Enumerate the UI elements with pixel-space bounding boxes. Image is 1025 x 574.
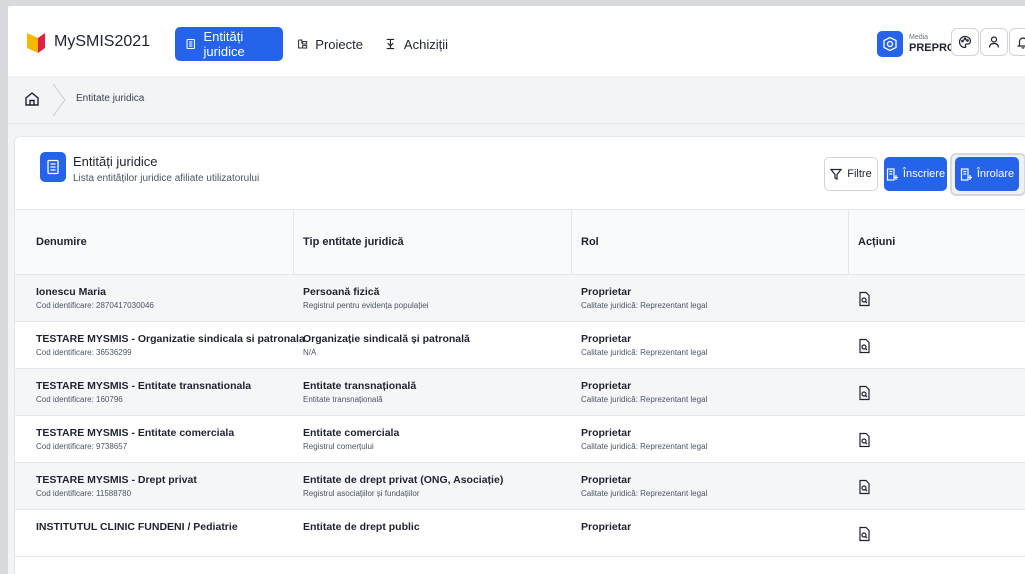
legal-entities-card: Entități juridice Lista entităților juri… [14, 136, 1025, 574]
entity-legal-capacity: Calitate juridică: Reprezentant legal [581, 301, 708, 310]
acquisitions-icon [386, 38, 395, 50]
entity-code: Cod identificare: 160796 [36, 395, 123, 404]
view-document-icon[interactable] [857, 479, 871, 495]
entity-registry: N/A [303, 348, 317, 357]
table-row[interactable]: Ionescu Maria Cod identificare: 28704170… [15, 275, 1025, 322]
column-header-rol[interactable]: Rol [581, 236, 599, 248]
entity-registry: Registrul asociațiilor și fundațiilor [303, 489, 420, 498]
register-building-icon [886, 167, 898, 181]
card-subtitle: Lista entităților juridice afiliate util… [73, 173, 260, 184]
card-title: Entități juridice [73, 154, 158, 169]
entity-legal-capacity: Calitate juridică: Reprezentant legal [581, 348, 708, 357]
app-title: MySMIS2021 [54, 33, 151, 50]
nav-proiecte[interactable]: Proiecte [287, 27, 373, 61]
register-button[interactable]: Înscriere [884, 157, 947, 191]
card-building-icon [40, 152, 66, 182]
entity-registry: Entitate transnațională [303, 395, 383, 404]
view-document-icon[interactable] [857, 338, 871, 354]
entity-code: Cod identificare: 2870417030046 [36, 301, 154, 310]
entity-role: Proprietar [581, 521, 632, 533]
table-row[interactable]: TESTARE MYSMIS - Drept privat Cod identi… [15, 463, 1025, 510]
entity-registry: Registrul pentru evidența populației [303, 301, 429, 310]
entity-role: Proprietar [581, 333, 632, 345]
theme-button[interactable] [951, 28, 979, 56]
entity-name: TESTARE MYSMIS - Drept privat [36, 474, 197, 486]
entity-role: Proprietar [581, 427, 632, 439]
entity-role: Proprietar [581, 380, 632, 392]
entity-role: Proprietar [581, 474, 632, 486]
entity-name: INSTITUTUL CLINIC FUNDENI / Pediatrie [36, 521, 238, 533]
filter-label: Filtre [847, 168, 872, 180]
column-header-tip[interactable]: Tip entitate juridică [303, 236, 404, 248]
building-icon [186, 38, 195, 50]
table-row[interactable]: TESTARE MYSMIS - Organizatie sindicala s… [15, 322, 1025, 369]
entity-type: Persoană fizică [303, 286, 380, 298]
column-header-denumire[interactable]: Denumire [36, 236, 87, 248]
entity-type: Organizație sindicală și patronală [303, 333, 470, 345]
table-row[interactable]: TESTARE MYSMIS - Entitate transnationala… [15, 369, 1025, 416]
entity-name: TESTARE MYSMIS - Entitate comerciala [36, 427, 235, 439]
enroll-button[interactable]: Înrolare [955, 157, 1019, 191]
notifications-button[interactable] [1009, 28, 1025, 56]
view-document-icon[interactable] [857, 526, 871, 542]
entity-legal-capacity: Calitate juridică: Reprezentant legal [581, 489, 708, 498]
entity-type: Entitate de drept privat (ONG, Asociație… [303, 474, 504, 486]
view-document-icon[interactable] [857, 432, 871, 448]
table-row[interactable]: TESTARE MYSMIS - Entitate comerciala Cod… [15, 416, 1025, 463]
column-header-actiuni: Acțiuni [858, 236, 896, 248]
view-document-icon[interactable] [857, 385, 871, 401]
home-icon[interactable] [24, 91, 40, 107]
entity-name: Ionescu Maria [36, 286, 107, 298]
projects-icon [298, 39, 308, 49]
nav-label: Achiziții [403, 36, 448, 52]
breadcrumb: Entitate juridica [8, 76, 1025, 124]
filter-button[interactable]: Filtre [824, 157, 878, 191]
user-icon [988, 36, 1000, 48]
filter-icon [830, 168, 843, 180]
breadcrumb-separator-icon [52, 84, 66, 116]
environment-icon [877, 31, 903, 57]
nav-entitati-juridice[interactable]: Entități juridice [175, 27, 283, 61]
entity-name: TESTARE MYSMIS - Entitate transnationala [36, 380, 252, 392]
app-window: MySMIS2021 Entități juridice Proiecte Ac… [8, 6, 1025, 574]
column-divider [571, 210, 572, 274]
entity-type: Entitate comerciala [303, 427, 400, 439]
entity-code: Cod identificare: 36536299 [36, 348, 132, 357]
column-divider [848, 210, 849, 274]
entity-type: Entitate de drept public [303, 521, 420, 533]
entity-type: Entitate transnațională [303, 380, 417, 392]
table-row[interactable]: INSTITUTUL CLINIC FUNDENI / Pediatrie En… [15, 510, 1025, 557]
enroll-label: Înrolare [976, 168, 1015, 180]
entity-registry: Registrul comerțului [303, 442, 374, 451]
entity-legal-capacity: Calitate juridică: Reprezentant legal [581, 395, 708, 404]
entity-name: TESTARE MYSMIS - Organizatie sindicala s… [36, 333, 305, 345]
bell-icon [1017, 37, 1025, 49]
breadcrumb-current: Entitate juridica [76, 93, 145, 104]
mysmis-logo-icon [27, 33, 45, 53]
nav-achizitii[interactable]: Achiziții [374, 27, 458, 61]
register-label: Înscriere [902, 168, 946, 180]
nav-label: Proiecte [315, 36, 363, 52]
nav-label: Entități juridice [203, 29, 245, 59]
entity-code: Cod identificare: 9738657 [36, 442, 128, 451]
top-navigation-bar: MySMIS2021 Entități juridice Proiecte Ac… [8, 6, 1025, 77]
entity-legal-capacity: Calitate juridică: Reprezentant legal [581, 442, 708, 451]
entity-role: Proprietar [581, 286, 632, 298]
enroll-building-icon [960, 167, 972, 181]
entity-code: Cod identificare: 11588780 [36, 489, 132, 498]
palette-icon [958, 35, 972, 49]
user-profile-button[interactable] [980, 28, 1008, 56]
table-header: Denumire Tip entitate juridică Rol Acțiu… [15, 209, 1025, 275]
view-document-icon[interactable] [857, 291, 871, 307]
column-divider [293, 210, 294, 274]
